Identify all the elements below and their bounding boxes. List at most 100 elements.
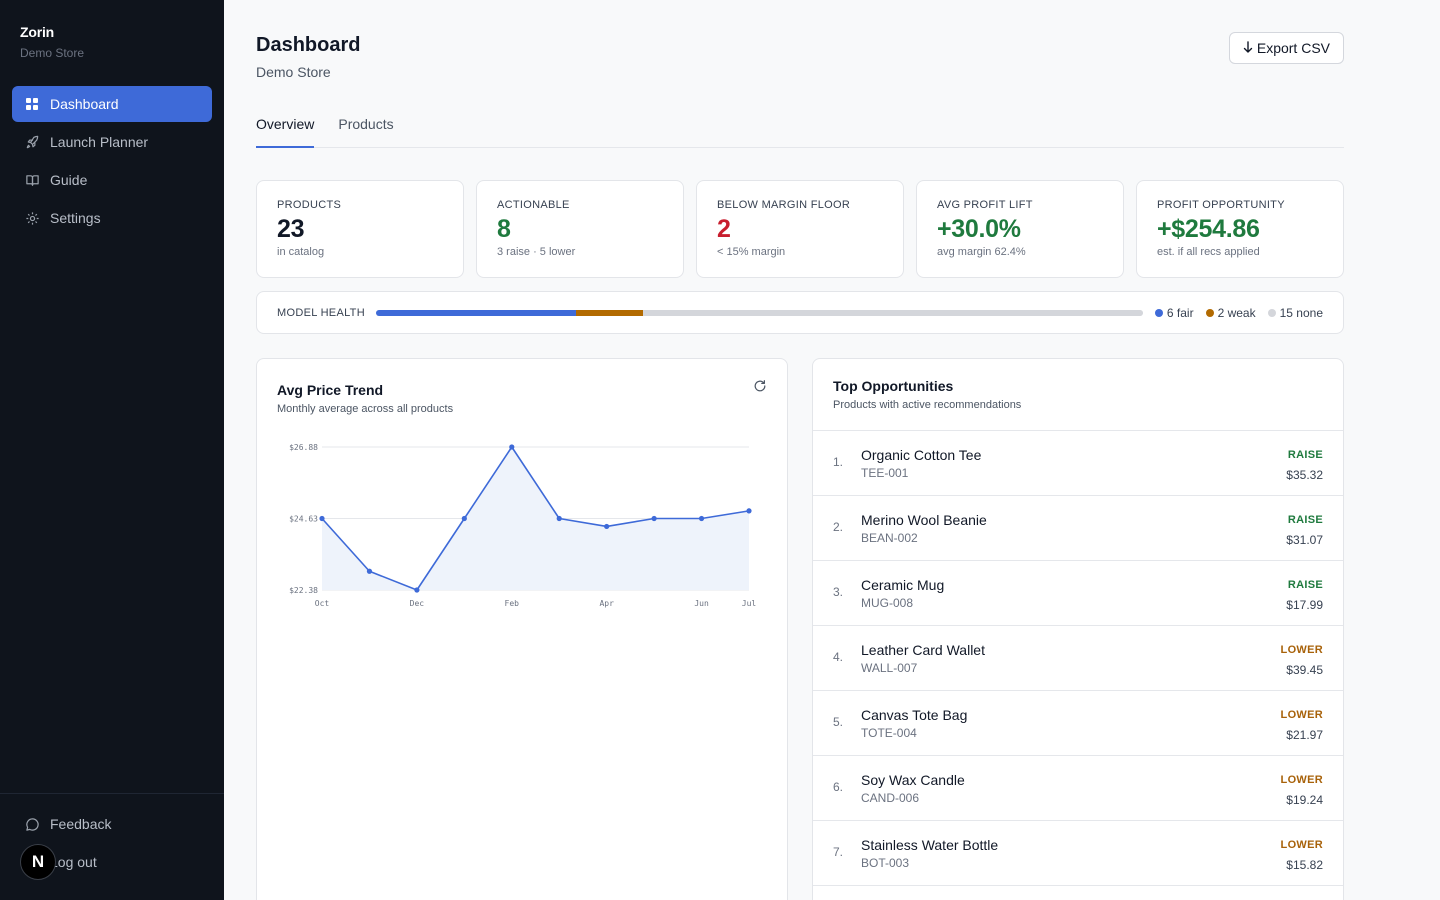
- recommended-price: $15.82: [1286, 858, 1323, 872]
- legend-label: 6 fair: [1166, 305, 1194, 320]
- tab-overview[interactable]: Overview: [256, 106, 315, 148]
- page-title: Dashboard: [256, 34, 361, 56]
- y-tick-label: $24.63: [289, 515, 318, 524]
- legend-dot: [1267, 308, 1276, 317]
- data-point: [604, 523, 610, 530]
- stat-card-avg-profit-lift: AVG PROFIT LIFT +30.0% avg margin 62.4%: [916, 180, 1124, 278]
- recommended-price: $19.24: [1286, 793, 1323, 807]
- sidebar-item-feedback[interactable]: Feedback: [12, 806, 212, 842]
- tab-products[interactable]: Products: [338, 106, 393, 148]
- stat-card-profit-opportunity: PROFIT OPPORTUNITY +$254.86 est. if all …: [1136, 180, 1344, 278]
- stat-card-products: PRODUCTS 23 in catalog: [256, 180, 464, 278]
- product-sku: CAND-006: [861, 791, 920, 805]
- y-tick-label: $26.88: [289, 443, 318, 452]
- rank: 4.: [833, 650, 844, 664]
- health-segment: [642, 309, 1143, 316]
- opportunities-subtitle: Products with active recommendations: [833, 399, 1022, 411]
- sidebar-item-guide[interactable]: Guide: [12, 162, 212, 198]
- recommendation-badge: RAISE: [1287, 579, 1323, 591]
- legend-dot: [1205, 308, 1214, 317]
- opportunities-title: Top Opportunities: [833, 378, 954, 394]
- stat-label: PRODUCTS: [277, 199, 342, 211]
- sidebar-item-label: Feedback: [50, 816, 112, 832]
- rank: 6.: [833, 780, 844, 794]
- stat-label: AVG PROFIT LIFT: [937, 199, 1033, 211]
- x-tick-label: Jul: [742, 599, 757, 608]
- rank: 2.: [833, 520, 844, 534]
- y-tick-label: $22.38: [289, 586, 318, 595]
- export-csv-button[interactable]: Export CSV: [1228, 32, 1344, 64]
- data-point: [461, 515, 467, 522]
- stat-note: in catalog: [277, 246, 325, 258]
- rank: 1.: [833, 455, 844, 469]
- opportunities-header: Top Opportunities Products with active r…: [813, 359, 1343, 431]
- stat-card-actionable: ACTIONABLE 8 3 raise · 5 lower: [476, 180, 684, 278]
- refresh-icon[interactable]: [753, 379, 769, 395]
- sidebar-item-launch-planner[interactable]: Launch Planner: [12, 124, 212, 160]
- stat-note: 3 raise · 5 lower: [497, 246, 576, 258]
- stat-label: ACTIONABLE: [497, 199, 570, 211]
- sidebar-item-dashboard[interactable]: Dashboard: [12, 86, 212, 122]
- chat-bubble-icon: [24, 816, 40, 832]
- x-tick-label: Apr: [599, 599, 614, 608]
- sidebar: Zorin Demo Store Dashboard Launch Planne…: [0, 0, 224, 900]
- list-item[interactable]: 2. Merino Wool Beanie BEAN-002 RAISE $31.07: [813, 496, 1343, 561]
- product-name: Ceramic Mug: [861, 577, 945, 593]
- recommended-price: $21.97: [1286, 728, 1323, 742]
- sidebar-item-label: Launch Planner: [50, 134, 149, 150]
- recommendation-badge: RAISE: [1287, 449, 1323, 461]
- sidebar-item-label: Log out: [50, 854, 97, 870]
- list-item[interactable]: 4. Leather Card Wallet WALL-007 LOWER $39.45: [813, 626, 1343, 691]
- health-legend: 6 fair 2 weak 15 none: [1154, 305, 1323, 320]
- main-content: Dashboard Demo Store Export CSV Overview…: [224, 0, 1440, 900]
- list-item[interactable]: 5. Canvas Tote Bag TOTE-004 LOWER $21.97: [813, 691, 1343, 756]
- legend-label: 2 weak: [1217, 305, 1256, 320]
- stat-label: BELOW MARGIN FLOOR: [717, 199, 851, 211]
- sidebar-item-settings[interactable]: Settings: [12, 200, 212, 236]
- recommendation-badge: LOWER: [1280, 839, 1323, 851]
- recommended-price: $17.99: [1286, 598, 1323, 612]
- rank: 3.: [833, 585, 844, 599]
- list-item[interactable]: 7. Stainless Water Bottle BOT-003 LOWER $15.…: [813, 821, 1343, 886]
- x-tick-label: Feb: [505, 599, 520, 608]
- top-opportunities-card: Top Opportunities Products with active r…: [812, 358, 1344, 900]
- product-name: Canvas Tote Bag: [861, 707, 968, 723]
- product-name: Stainless Water Bottle: [861, 837, 999, 853]
- arrow-down-icon: [1243, 40, 1253, 56]
- recommendation-badge: RAISE: [1287, 514, 1323, 526]
- data-point: [414, 587, 420, 593]
- x-tick-label: Oct: [315, 599, 330, 608]
- stat-card-below-margin-floor: BELOW MARGIN FLOOR 2 < 15% margin: [696, 180, 904, 278]
- list-item[interactable]: 1. Organic Cotton Tee TEE-001 RAISE $35.32: [813, 431, 1343, 496]
- brand: Zorin Demo Store: [20, 24, 84, 60]
- data-point: [366, 568, 373, 574]
- stats-row: PRODUCTS 23 in catalog ACTIONABLE 8 3 ra…: [256, 180, 1344, 278]
- recommended-price: $39.45: [1286, 663, 1323, 677]
- health-progress-track: [376, 309, 1143, 316]
- avg-price-trend-card: Avg Price Trend Monthly average across a…: [256, 358, 788, 900]
- legend-item: 2 weak: [1205, 305, 1256, 320]
- list-item[interactable]: 6. Soy Wax Candle CAND-006 LOWER $19.24: [813, 756, 1343, 821]
- recommended-price: $31.07: [1286, 533, 1323, 547]
- legend-item: 6 fair: [1154, 305, 1194, 320]
- avatar[interactable]: N: [20, 844, 56, 880]
- stat-note: avg margin 62.4%: [937, 246, 1026, 258]
- rank: 7.: [833, 845, 844, 859]
- health-segment: [576, 309, 643, 316]
- stat-note: < 15% margin: [717, 246, 786, 258]
- legend-dot: [1154, 308, 1163, 317]
- stat-value: 8: [497, 215, 511, 243]
- sidebar-item-label: Dashboard: [50, 96, 119, 112]
- stat-note: est. if all recs applied: [1157, 246, 1260, 258]
- list-item[interactable]: 3. Ceramic Mug MUG-008 RAISE $17.99: [813, 561, 1343, 626]
- recommendation-badge: LOWER: [1280, 709, 1323, 721]
- sidebar-nav: Dashboard Launch Planner Guide Settings: [12, 86, 212, 238]
- sidebar-item-label: Settings: [50, 210, 101, 226]
- product-sku: BOT-003: [861, 856, 910, 870]
- x-tick-label: Dec: [410, 599, 425, 608]
- product-name: Merino Wool Beanie: [861, 512, 987, 528]
- x-tick-label: Jun: [694, 599, 709, 608]
- product-sku: TEE-001: [861, 466, 909, 480]
- opportunities-list: 1. Organic Cotton Tee TEE-001 RAISE $35.32 2.…: [813, 431, 1343, 886]
- stat-value: +30.0%: [937, 215, 1021, 243]
